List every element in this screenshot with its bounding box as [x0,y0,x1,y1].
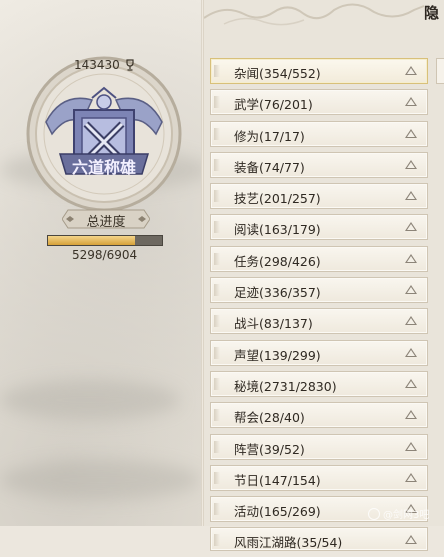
cloud-ornament-icon [204,3,425,26]
scroll-tab[interactable] [436,58,444,84]
category-label: 技艺(201/257) [234,191,321,207]
expand-triangle-icon[interactable] [405,472,417,482]
hide-toggle[interactable]: 隐 [424,2,439,23]
category-item[interactable]: 节日(147/154) [210,464,428,491]
item-marker [214,377,220,390]
progress-bar-fill [48,236,136,245]
expand-triangle-icon[interactable] [405,410,417,420]
watermark-text: @剑网3吧 [383,510,430,521]
panel-divider [201,0,204,526]
watermark: @剑网3吧 [368,506,429,521]
item-marker [214,284,220,297]
item-marker [214,315,220,328]
category-label: 阅读(163/179) [234,222,321,238]
expand-triangle-icon[interactable] [405,285,417,295]
achievement-medal [26,56,182,212]
category-label: 风雨江湖路(35/54) [234,535,343,551]
expand-triangle-icon[interactable] [405,128,417,138]
category-item[interactable]: 帮会(28/40) [210,402,428,429]
category-item[interactable]: 修为(17/17) [210,120,428,147]
expand-triangle-icon[interactable] [405,97,417,107]
trophy-icon [126,59,134,71]
progress-bar [47,235,163,246]
expand-triangle-icon[interactable] [405,191,417,201]
category-label: 任务(298/426) [234,253,321,269]
item-marker [214,158,220,171]
score-display: 143430 [74,58,136,72]
expand-triangle-icon[interactable] [405,316,417,326]
expand-triangle-icon[interactable] [405,535,417,545]
mist [0,380,180,420]
item-marker [214,503,220,516]
item-marker [214,96,220,109]
progress-label: 总进度 [86,215,126,230]
expand-triangle-icon[interactable] [405,222,417,232]
category-item[interactable]: 阅读(163/179) [210,214,428,241]
category-item[interactable]: 战斗(83/137) [210,308,428,335]
category-item[interactable]: 技艺(201/257) [210,183,428,210]
category-label: 修为(17/17) [234,128,305,144]
expand-triangle-icon[interactable] [405,347,417,357]
item-marker [214,346,220,359]
expand-triangle-icon[interactable] [405,66,417,75]
category-item[interactable]: 任务(298/426) [210,245,428,272]
progress-value: 5298/6904 [72,248,138,262]
expand-triangle-icon[interactable] [405,253,417,263]
item-marker [214,409,220,422]
category-label: 秘境(2731/2830) [234,378,337,394]
item-marker [214,221,220,234]
category-item[interactable]: 杂闻(354/552) [210,58,428,84]
expand-triangle-icon[interactable] [405,378,417,388]
category-item[interactable]: 阵营(39/52) [210,433,428,460]
category-item[interactable]: 声望(139/299) [210,339,428,366]
category-label: 阵营(39/52) [234,441,305,457]
item-marker [214,127,220,140]
category-item[interactable]: 秘境(2731/2830) [210,370,428,397]
item-marker [214,471,220,484]
expand-triangle-icon[interactable] [405,159,417,169]
category-label: 节日(147/154) [234,472,321,488]
mist [0,460,200,500]
expand-triangle-icon[interactable] [405,441,417,451]
category-label: 武学(76/201) [234,97,313,113]
category-item[interactable]: 装备(74/77) [210,151,428,178]
category-label: 战斗(83/137) [234,316,313,332]
item-marker [214,534,220,547]
category-label: 声望(139/299) [234,347,321,363]
category-item[interactable]: 武学(76/201) [210,89,428,116]
category-label: 足迹(336/357) [234,285,321,301]
category-label: 帮会(28/40) [234,410,305,426]
category-label: 活动(165/269) [234,504,321,520]
category-item[interactable]: 足迹(336/357) [210,277,428,304]
category-list: 杂闻(354/552) 武学(76/201) 修为(17/17) 装备(74/77) 技… [210,58,428,557]
watermark-icon [368,508,380,520]
score-value: 143430 [74,58,120,72]
item-marker [214,440,220,453]
category-item[interactable]: 风雨江湖路(35/54) [210,527,428,552]
item-marker [214,65,220,77]
category-label: 装备(74/77) [234,159,305,175]
medal-title: 六道称雄 [71,158,136,177]
item-marker [214,252,220,265]
item-marker [214,190,220,203]
category-label: 杂闻(354/552) [234,66,321,81]
